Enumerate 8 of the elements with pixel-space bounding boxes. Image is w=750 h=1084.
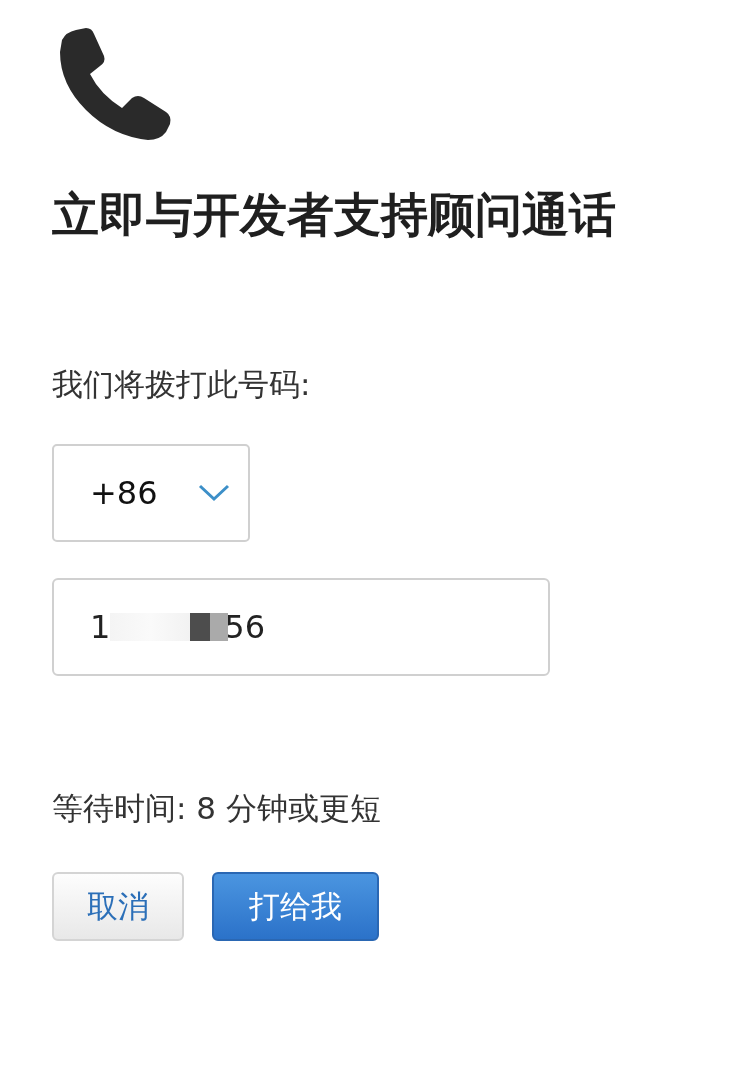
wait-time-text: 等待时间: 8 分钟或更短 bbox=[52, 789, 382, 828]
phone-field[interactable]: 1 56 bbox=[52, 578, 550, 676]
page-title: 立即与开发者支持顾问通话 bbox=[52, 186, 617, 244]
country-code-dropdown[interactable]: +86 bbox=[52, 444, 250, 542]
call-me-button[interactable]: 打给我 bbox=[212, 872, 379, 941]
cancel-button[interactable]: 取消 bbox=[52, 872, 184, 941]
caret-icon bbox=[198, 484, 230, 502]
number-label: 我们将拨打此号码: bbox=[52, 365, 312, 404]
